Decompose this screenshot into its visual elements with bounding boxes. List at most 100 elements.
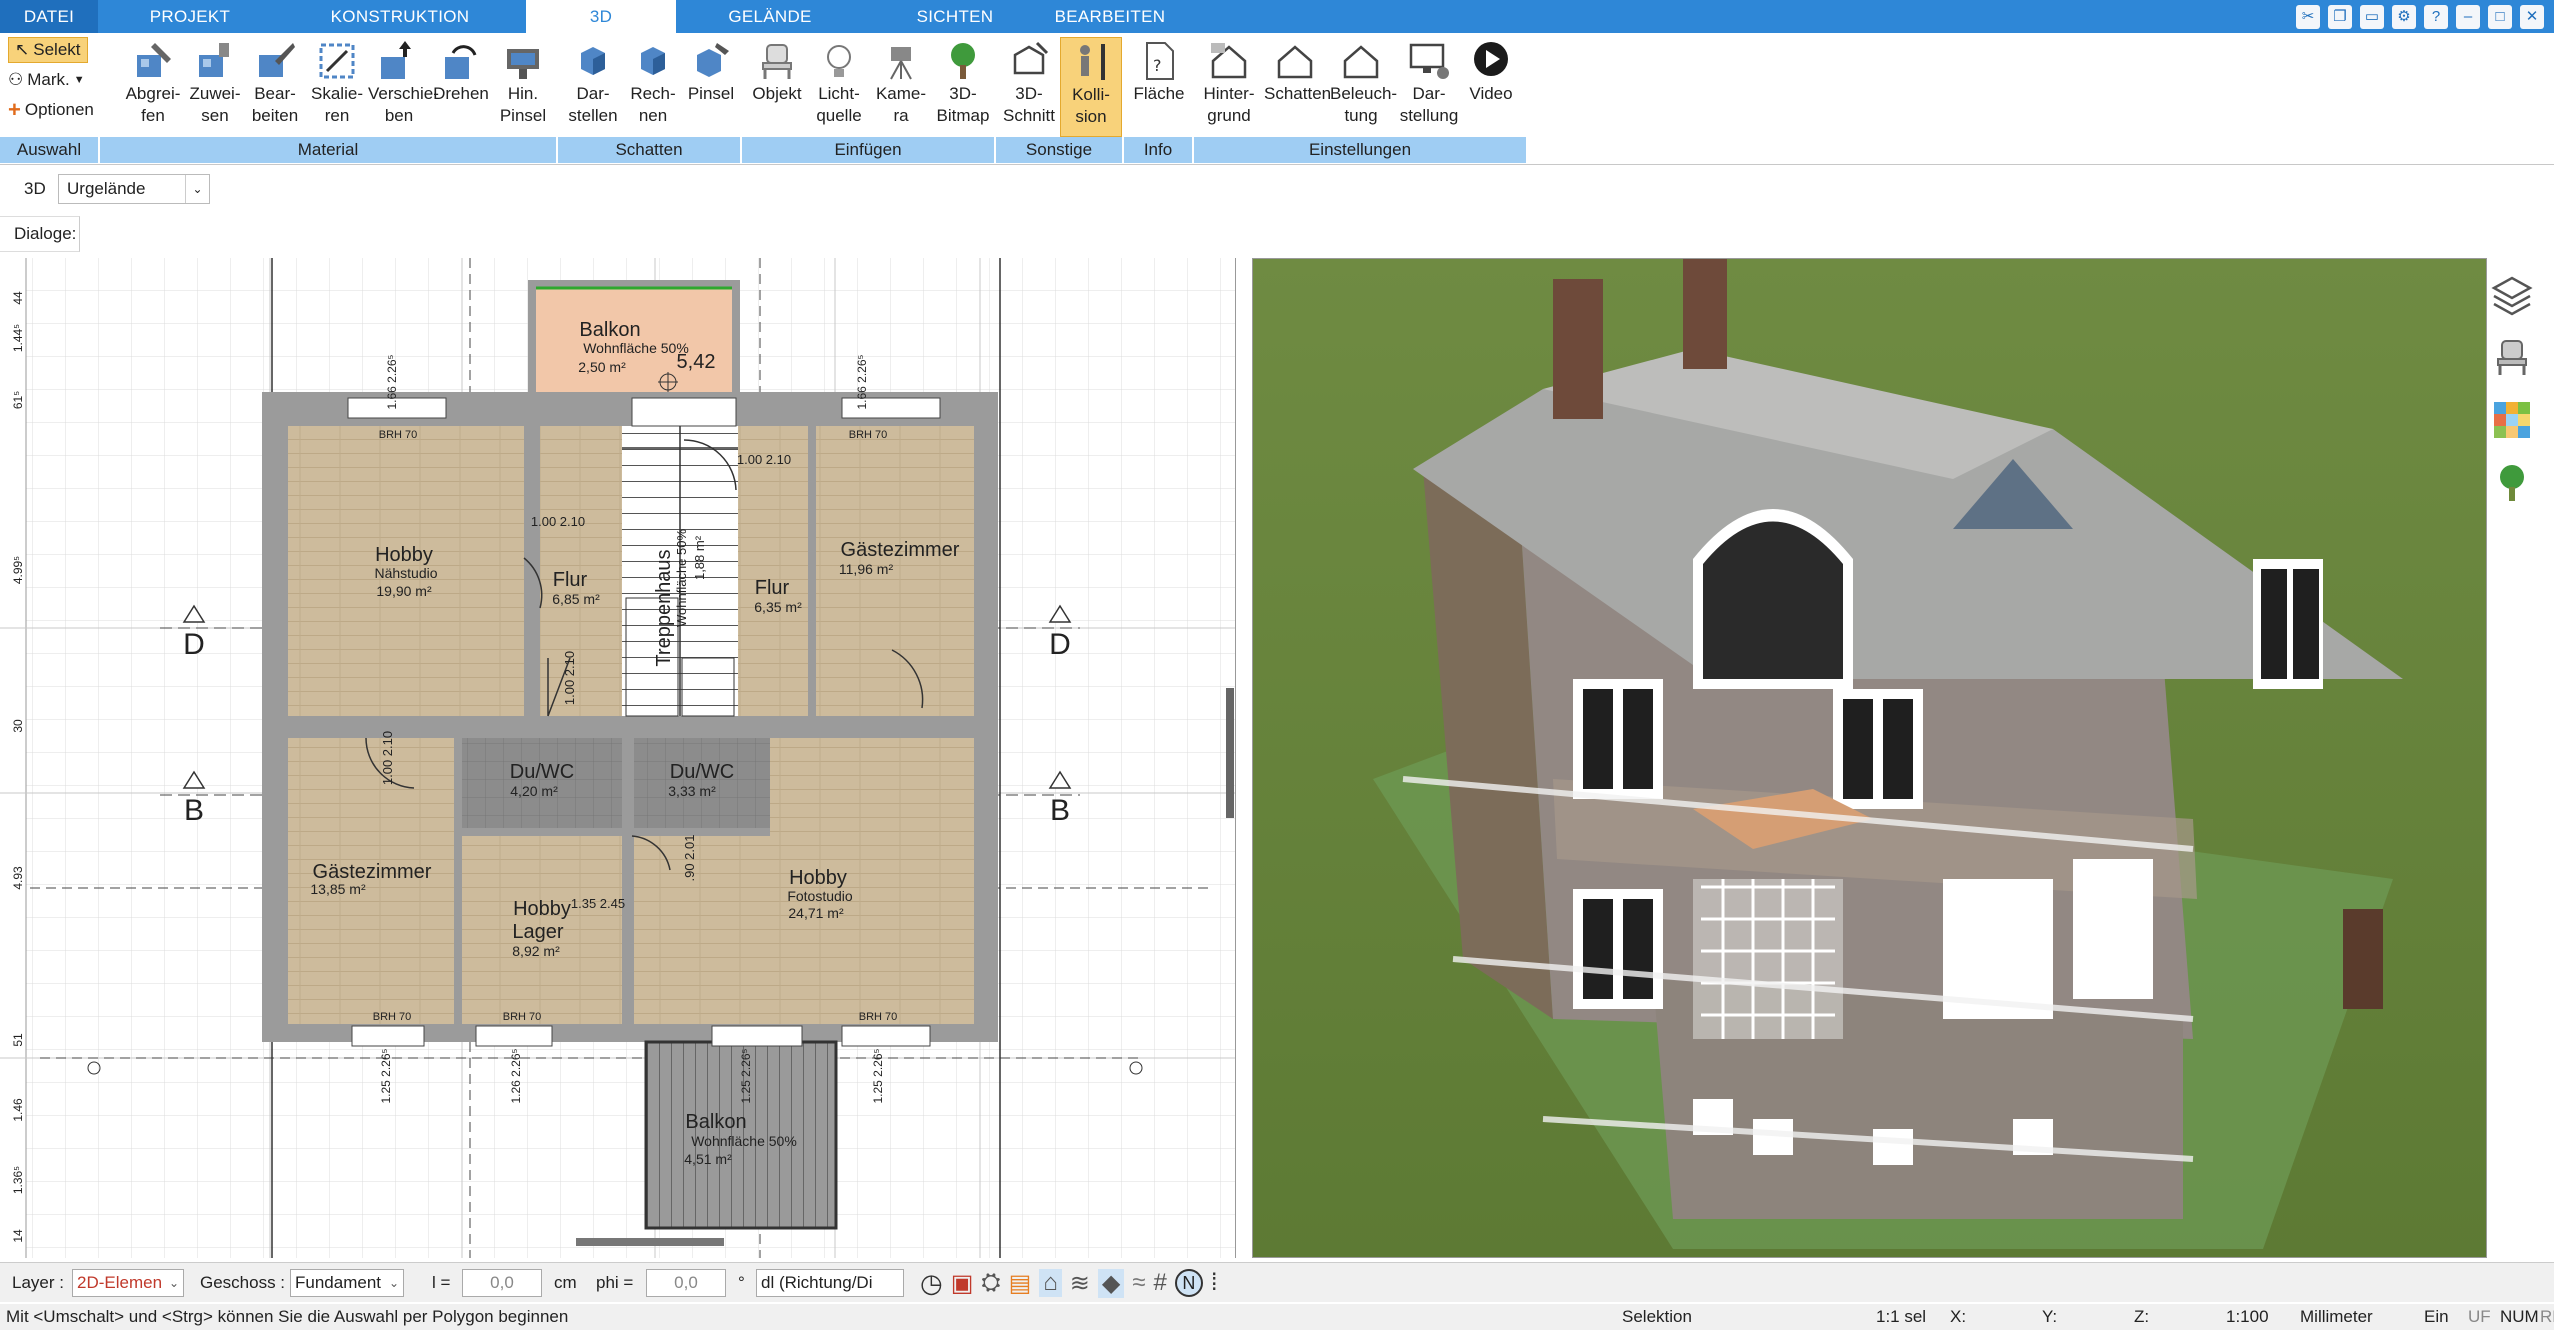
print-icon[interactable]: ▤ (1009, 1269, 1032, 1298)
shadow-display-button[interactable]: Dar- stellen (562, 37, 624, 137)
assign-material-icon (199, 43, 229, 77)
lighting-settings-button[interactable]: Beleuch- tung (1330, 37, 1397, 137)
brh-label: BRH 70 (379, 429, 418, 441)
degree-unit: ° (738, 1273, 745, 1292)
brh-label: BRH 70 (849, 429, 888, 441)
material-assign-button[interactable]: Zuwei- sen (184, 37, 246, 137)
terrain-icon[interactable]: ≈ (1132, 1269, 1145, 1297)
floor-plane-icon[interactable]: ◆ (1097, 1268, 1125, 1298)
tab-projekt[interactable]: PROJEKT (120, 0, 260, 33)
minimize-icon[interactable]: – (2456, 4, 2480, 29)
area-info-button[interactable]: ? Fläche (1128, 37, 1190, 137)
maximize-icon[interactable]: □ (2488, 4, 2512, 29)
section-mark-b-left[interactable]: B (184, 794, 204, 827)
ribbon: ↖ Selekt ⚇ Mark. ▼ + Optionen Auswahl Abgrei… (0, 33, 1528, 163)
section-mark-b-right[interactable]: B (1050, 794, 1070, 827)
insert-light-button[interactable]: Licht- quelle (808, 37, 870, 137)
tab-konstruktion[interactable]: KONSTRUKTION (300, 0, 500, 33)
background-brush-button[interactable]: Hin. Pinsel (492, 37, 554, 137)
stairs-icon[interactable]: ≋ (1070, 1269, 1090, 1298)
direction-select[interactable]: dl (Richtung/Di (756, 1269, 904, 1297)
camera-view-icon[interactable]: ⛭ (981, 1269, 1000, 1297)
north-icon[interactable]: N (1174, 1269, 1203, 1297)
background-settings-button[interactable]: Hinter- grund (1198, 37, 1260, 137)
door-dimension: 1.00 2.10 (531, 514, 585, 529)
section-3d-button[interactable]: 3D- Schnitt (998, 37, 1060, 137)
material-scale-button[interactable]: Skalie- ren (306, 37, 368, 137)
3d-house-render[interactable] (1253, 259, 2487, 1258)
rotate-material-icon (445, 45, 477, 79)
help-icon[interactable]: ? (2424, 4, 2448, 29)
room-sub-hobby-1: Nähstudio (374, 565, 437, 581)
vertical-scrollbar[interactable] (1226, 688, 1234, 818)
chair-catalog-icon[interactable] (2490, 335, 2534, 379)
layers-icon[interactable] (2490, 272, 2534, 316)
tab-gelaende[interactable]: GELÄNDE (700, 0, 840, 33)
phi-value: 0,0 (674, 1273, 698, 1292)
door-dimension: 1.35 2.45 (571, 896, 625, 911)
material-move-button[interactable]: Verschie- ben (368, 37, 439, 137)
material-edit-button[interactable]: Bear- beiten (244, 37, 306, 137)
phi-input[interactable]: 0,0 (646, 1269, 726, 1297)
view-mode-label: 3D (24, 179, 46, 198)
horizontal-scrollbar[interactable] (576, 1238, 724, 1246)
grid-icon[interactable]: # (1154, 1269, 1167, 1297)
section-mark-d-right[interactable]: D (1049, 628, 1071, 661)
insert-object-button[interactable]: Objekt (746, 37, 808, 137)
display-settings-button[interactable]: Dar- stellung (1398, 37, 1460, 137)
chevron-down-icon[interactable]: ⌄ (185, 175, 209, 203)
more-icon[interactable]: ⁞ (1211, 1269, 1218, 1297)
options-button[interactable]: + Optionen (8, 97, 94, 123)
menu-tab-bar: DATEI PROJEKT KONSTRUKTION 3D GELÄNDE SI… (0, 0, 2554, 34)
plant-catalog-icon[interactable] (2490, 461, 2534, 505)
video-button[interactable]: Video (1460, 37, 1522, 137)
length-value: 0,0 (490, 1273, 514, 1292)
shadow-calc-button[interactable]: Rech- nen (622, 37, 684, 137)
group-label-auswahl: Auswahl (0, 137, 100, 163)
section-mark-d-left[interactable]: D (183, 628, 205, 661)
group-label-info: Info (1124, 137, 1194, 163)
shadow-brush-button[interactable]: Pinsel (680, 37, 742, 137)
insert-camera-button[interactable]: Kame- ra (870, 37, 932, 137)
room-label-hobby-1: Hobby (375, 544, 433, 566)
pick-material-icon (137, 43, 171, 77)
shadow-settings-button[interactable]: Schatten (1264, 37, 1331, 137)
window-tile-icon[interactable]: ▭ (2360, 4, 2384, 29)
ribbon-divider (0, 164, 2554, 165)
floor-select[interactable]: Fundament ⌄ (290, 1269, 404, 1297)
window-restore-icon[interactable]: ❐ (2328, 4, 2352, 29)
ruler-label: 51 (11, 1033, 25, 1047)
floor-plan-view[interactable]: Balkon Wohnfläche 50% 2,50 m² 5,42 Hobby… (0, 258, 1236, 1258)
chevron-down-icon: ⌄ (388, 1276, 399, 1290)
screen-icon[interactable]: ▣ (951, 1269, 974, 1298)
mark-button[interactable]: ⚇ Mark. ▼ (8, 67, 85, 93)
clock-icon[interactable]: ◷ (920, 1268, 943, 1299)
insert-bitmap-button[interactable]: 3D- Bitmap (932, 37, 994, 137)
house-background-icon (1211, 43, 1247, 79)
tab-sichten[interactable]: SICHTEN (890, 0, 1020, 33)
settings-icon[interactable]: ⚙ (2392, 4, 2416, 29)
window-dimension: 1.26 2.26⁵ (509, 1048, 523, 1103)
level-marker: 5,42 (677, 351, 716, 373)
length-input[interactable]: 0,0 (462, 1269, 542, 1297)
collision-button[interactable]: Kolli- sion (1060, 37, 1122, 137)
material-rotate-button[interactable]: Drehen (430, 37, 492, 137)
window-dimension: 1.66 2.26⁵ (385, 354, 399, 409)
close-icon[interactable]: ✕ (2520, 4, 2544, 29)
tab-datei[interactable]: DATEI (0, 0, 98, 33)
terrain-select[interactable]: Urgelände ⌄ (58, 174, 210, 204)
tab-3d[interactable]: 3D (526, 0, 676, 34)
tools-icon[interactable]: ✂ (2296, 4, 2320, 29)
floor-plan-canvas[interactable]: Balkon Wohnfläche 50% 2,50 m² 5,42 Hobby… (0, 258, 1236, 1258)
tab-bearbeiten[interactable]: BEARBEITEN (1040, 0, 1180, 33)
3d-view[interactable] (1252, 258, 2487, 1258)
roof-icon[interactable]: ⌂ (1039, 1269, 1062, 1297)
material-palette-icon[interactable] (2490, 398, 2534, 442)
room-label-flur-1: Flur (553, 569, 588, 591)
select-button[interactable]: ↖ Selekt (8, 37, 88, 63)
layer-select[interactable]: 2D-Elemen ⌄ (72, 1269, 184, 1297)
material-pick-button[interactable]: Abgrei- fen (122, 37, 184, 137)
window-dimension: 1.25 2.26⁵ (739, 1048, 753, 1103)
status-scale: 1:100 (2226, 1307, 2269, 1326)
room-flur-right[interactable] (738, 426, 808, 716)
